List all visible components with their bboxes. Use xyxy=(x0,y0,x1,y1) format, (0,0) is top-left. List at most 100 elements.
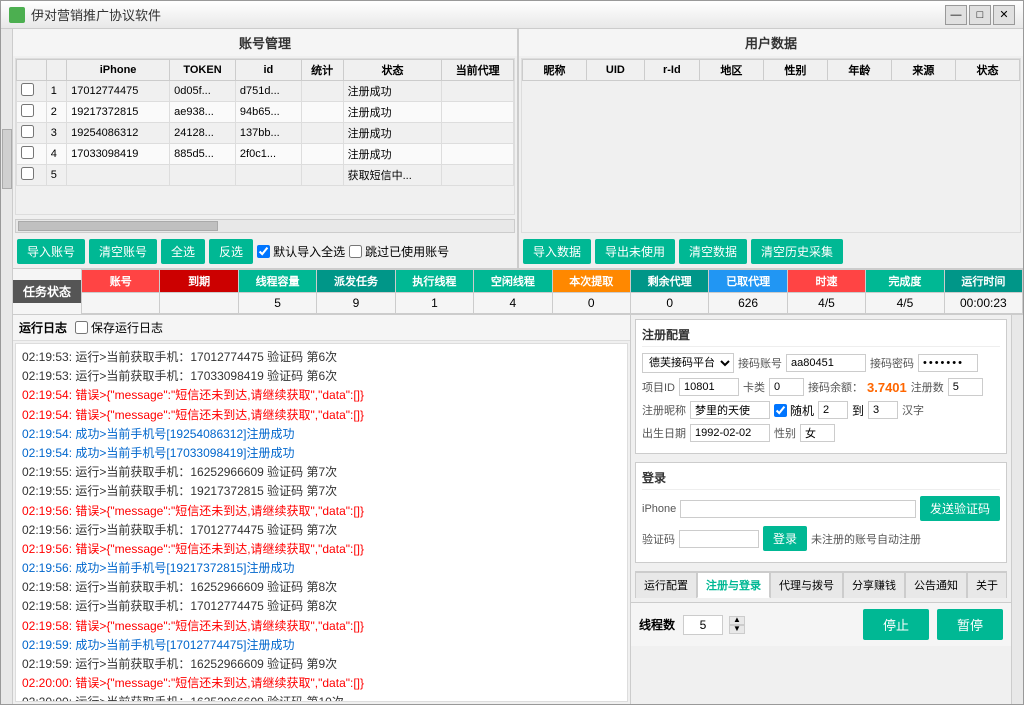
row-checkbox-4[interactable] xyxy=(21,146,34,159)
pause-button[interactable]: 暂停 xyxy=(937,609,1003,640)
random-label: 随机 xyxy=(790,402,814,419)
birthdate-input[interactable] xyxy=(690,424,770,442)
card-type-label: 卡类 xyxy=(743,379,765,395)
login-row-iphone: iPhone 发送验证码 xyxy=(642,496,1000,521)
cell-status: 注册成功 xyxy=(343,144,442,165)
cell-proxy xyxy=(442,81,514,102)
log-entry: 02:19:54: 错误>{"message":"短信还未到达,请继续获取","… xyxy=(22,386,621,405)
password-input[interactable] xyxy=(918,354,978,372)
task-col-capacity: 线程容量 5 xyxy=(239,270,317,313)
default-import-label[interactable]: 默认导入全选 xyxy=(257,243,345,260)
row-checkbox-5[interactable] xyxy=(21,167,34,180)
tab-announcement[interactable]: 公告通知 xyxy=(905,572,967,598)
tab-run-config[interactable]: 运行配置 xyxy=(635,572,697,598)
close-button[interactable]: ✕ xyxy=(993,5,1015,25)
random-checkbox-label[interactable]: 随机 xyxy=(774,402,814,419)
tab-proxy-dial[interactable]: 代理与拨号 xyxy=(770,572,843,598)
userdata-panel-title: 用户数据 xyxy=(519,29,1023,56)
log-panel: 运行日志 保存运行日志 02:19:53: 运行>当前获取手机：17012774… xyxy=(13,315,631,704)
center-panel: 账号管理 iPhone TOKEN id 统计 xyxy=(13,29,1023,704)
maximize-button[interactable]: □ xyxy=(969,5,991,25)
title-controls: — □ ✕ xyxy=(945,5,1015,25)
clear-data-button[interactable]: 清空数据 xyxy=(679,239,747,264)
balance-value: 3.7401 xyxy=(867,380,907,395)
register-count-label: 注册数 xyxy=(911,379,944,395)
login-title: 登录 xyxy=(642,469,1000,490)
tab-about[interactable]: 关于 xyxy=(967,572,1007,598)
export-unused-button[interactable]: 导出未使用 xyxy=(595,239,675,264)
account-scrollbar-h[interactable] xyxy=(15,219,515,233)
bottom-section: 运行日志 保存运行日志 02:19:53: 运行>当前获取手机：17012774… xyxy=(13,315,1023,704)
iphone-input[interactable] xyxy=(680,500,916,518)
cell-id: 137bb... xyxy=(235,123,301,144)
save-log-label[interactable]: 保存运行日志 xyxy=(75,319,163,336)
nickname-input[interactable] xyxy=(690,401,770,419)
invert-button[interactable]: 反选 xyxy=(209,239,253,264)
login-button[interactable]: 登录 xyxy=(763,526,807,551)
platform-select[interactable]: 德芙接码平台 xyxy=(642,353,734,373)
row-checkbox-3[interactable] xyxy=(21,125,34,138)
bottom-controls: 线程数 ▲ ▼ 停止 暂停 xyxy=(631,602,1011,646)
select-all-button[interactable]: 全选 xyxy=(161,239,205,264)
table-row: 4 17033098419 885d5... 2f0c1... 注册成功 xyxy=(17,144,514,165)
task-col-expire-header: 到期 xyxy=(160,270,237,293)
random-from-input[interactable] xyxy=(818,401,848,419)
log-content[interactable]: 02:19:53: 运行>当前获取手机：17012774475 验证码 第6次 … xyxy=(15,343,628,702)
cell-check[interactable] xyxy=(17,165,47,186)
col-token: TOKEN xyxy=(170,60,236,81)
account-input[interactable] xyxy=(786,354,866,372)
cell-iphone: 19254086312 xyxy=(67,123,170,144)
app-title: 伊对营销推广协议软件 xyxy=(31,5,161,24)
task-col-used-proxy: 已取代理 626 xyxy=(709,270,787,313)
spin-down-button[interactable]: ▼ xyxy=(729,625,745,634)
log-entry: 02:19:56: 运行>当前获取手机：17012774475 验证码 第7次 xyxy=(22,521,621,540)
account-table: iPhone TOKEN id 统计 状态 当前代理 xyxy=(16,59,514,186)
tab-share-earn[interactable]: 分享赚钱 xyxy=(843,572,905,598)
gender-input[interactable] xyxy=(800,424,835,442)
project-id-input[interactable] xyxy=(679,378,739,396)
code-input[interactable] xyxy=(679,530,759,548)
account-table-container[interactable]: iPhone TOKEN id 统计 状态 当前代理 xyxy=(15,58,515,215)
register-count-input[interactable] xyxy=(948,378,983,396)
scrollbar-thumb[interactable] xyxy=(18,221,218,231)
skip-used-text: 跳过已使用账号 xyxy=(365,243,449,260)
config-row-platform: 德芙接码平台 接码账号 接码密码 xyxy=(642,353,1000,373)
task-col-fetch: 本次提取 0 xyxy=(553,270,631,313)
card-type-input[interactable] xyxy=(769,378,804,396)
cell-proxy xyxy=(442,144,514,165)
userdata-table-container[interactable]: 昵称 UID r-Id 地区 性别 年龄 来源 状态 xyxy=(521,58,1021,233)
skip-used-checkbox[interactable] xyxy=(349,245,362,258)
row-checkbox-1[interactable] xyxy=(21,83,34,96)
cell-check[interactable] xyxy=(17,123,47,144)
random-to-input[interactable] xyxy=(868,401,898,419)
cell-num: 4 xyxy=(46,144,66,165)
cell-iphone: 17012774475 xyxy=(67,81,170,102)
minimize-button[interactable]: — xyxy=(945,5,967,25)
birthdate-label: 出生日期 xyxy=(642,425,686,441)
clear-history-button[interactable]: 清空历史采集 xyxy=(751,239,843,264)
sidebar-tab-1[interactable] xyxy=(2,129,12,189)
thread-count-input[interactable] xyxy=(683,615,723,635)
save-log-checkbox[interactable] xyxy=(75,321,88,334)
log-entry: 02:19:54: 错误>{"message":"短信还未到达,请继续获取","… xyxy=(22,406,621,425)
clear-account-button[interactable]: 清空账号 xyxy=(89,239,157,264)
cell-check[interactable] xyxy=(17,81,47,102)
row-checkbox-2[interactable] xyxy=(21,104,34,117)
tab-register-login[interactable]: 注册与登录 xyxy=(697,572,770,598)
import-data-button[interactable]: 导入数据 xyxy=(523,239,591,264)
log-entry: 02:19:54: 成功>当前手机号[17033098419]注册成功 xyxy=(22,444,621,463)
default-import-checkbox[interactable] xyxy=(257,245,270,258)
cell-id: 2f0c1... xyxy=(235,144,301,165)
skip-used-label[interactable]: 跳过已使用账号 xyxy=(349,243,449,260)
log-entry: 02:19:56: 错误>{"message":"短信还未到达,请继续获取","… xyxy=(22,502,621,521)
cell-status: 注册成功 xyxy=(343,102,442,123)
import-account-button[interactable]: 导入账号 xyxy=(17,239,85,264)
right-scrollbar[interactable] xyxy=(1011,315,1023,704)
send-code-button[interactable]: 发送验证码 xyxy=(920,496,1000,521)
cell-check[interactable] xyxy=(17,102,47,123)
stop-button[interactable]: 停止 xyxy=(863,609,929,640)
cell-check[interactable] xyxy=(17,144,47,165)
random-checkbox[interactable] xyxy=(774,404,787,417)
userdata-panel: 用户数据 昵称 UID r-Id 地区 性别 年龄 xyxy=(519,29,1023,268)
table-row: 3 19254086312 24128... 137bb... 注册成功 xyxy=(17,123,514,144)
